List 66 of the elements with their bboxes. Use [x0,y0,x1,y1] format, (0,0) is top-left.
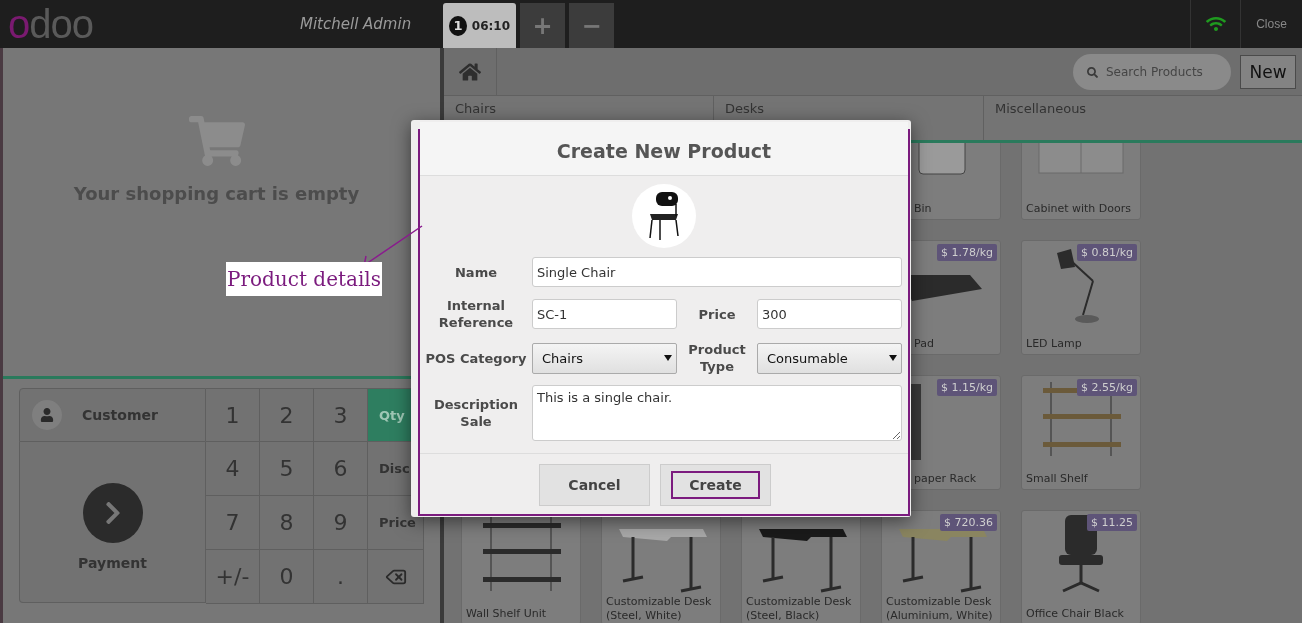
user-icon [40,408,54,422]
numpad-key[interactable]: 6 [314,442,368,496]
mode-key[interactable]: Price [368,496,424,550]
type-select[interactable]: Consumable [757,342,902,374]
product-card[interactable]: $ 2.55/kg Small Shelf [1021,375,1141,490]
price-field[interactable]: 300 [757,299,902,329]
price-badge: $ 2.55/kg [1076,379,1137,396]
product-name: Wall Shelf Unit [465,607,548,621]
product-name: paper Rack [913,472,978,486]
category-tab[interactable]: Miscellaneous [984,96,1302,140]
home-icon [459,60,481,83]
order-tab[interactable]: 1 06:10 [443,3,516,48]
product-name: Cabinet with Doors [1025,202,1133,216]
payment-button[interactable]: Payment [19,442,206,603]
dialog-title: Create New Product [556,139,772,162]
product-name: Customizable Desk (Steel, White) [605,595,713,623]
description-field[interactable]: This is a single chair. [532,385,902,441]
reference-field[interactable]: SC-1 [532,299,677,329]
name-field[interactable]: Single Chair [532,257,902,287]
search-field[interactable]: Search Products [1073,53,1231,90]
price-badge: $ 0.81/kg [1076,244,1137,261]
numpad-key[interactable]: . [314,550,368,604]
product-name: Customizable Desk (Steel, Black) [745,595,853,623]
price-badge: $ 1.78/kg [936,244,997,261]
annotation-label: Product details [226,262,382,296]
price-badge: $ 11.25 [1087,514,1137,531]
category-select[interactable]: Chairs [532,342,677,374]
field-label: Internal Reference [437,297,515,331]
add-order-button[interactable]: + [520,3,565,48]
product-card[interactable]: Cabinet with Doors [1021,143,1141,220]
price-badge: $ 720.36 [940,514,997,531]
product-card[interactable]: $ 11.25 Office Chair Black [1021,510,1141,623]
field-label: Product Type [687,341,747,375]
new-button[interactable]: New [1240,54,1296,89]
product-name: Bin [913,202,933,216]
numpad-key[interactable]: 4 [206,442,260,496]
field-label: Description Sale [432,396,520,430]
numpad-key[interactable]: 9 [314,496,368,550]
caret-icon [664,354,672,362]
customer-button[interactable]: Customer [19,388,206,442]
chair-drawing [646,192,682,240]
user-name: Mitchell Admin [300,15,410,33]
dialog-button[interactable]: Create [660,464,771,506]
numpad-key[interactable]: 5 [260,442,314,496]
product-name: Customizable Desk (Aluminium, White) [885,595,994,623]
numpad-key[interactable]: 7 [206,496,260,550]
product-card[interactable]: $ 720.36 Customizable Desk (Aluminium, White) [881,510,1001,623]
numpad-key[interactable]: 2 [260,388,314,442]
numpad-key[interactable]: +/- [206,550,260,604]
product-name: Small Shelf [1025,472,1089,486]
numpad-key[interactable]: 1 [206,388,260,442]
price-badge: $ 1.15/kg [936,379,997,396]
numpad-key[interactable]: 8 [260,496,314,550]
numpad-key[interactable]: 3 [314,388,368,442]
product-name: Pad [913,337,935,351]
product-name: LED Lamp [1025,337,1083,351]
numpad-key[interactable]: 0 [260,550,314,604]
logo: odoo [7,1,94,48]
field-label: POS Category [424,349,528,367]
backspace-key[interactable] [368,550,424,604]
field-label: Price [697,305,737,323]
product-name: Office Chair Black [1025,607,1125,621]
dialog-button[interactable]: Cancel [539,464,650,506]
field-label: Name [454,263,498,281]
product-card[interactable]: $ 0.81/kg LED Lamp [1021,240,1141,355]
remove-order-button[interactable]: − [569,3,614,48]
